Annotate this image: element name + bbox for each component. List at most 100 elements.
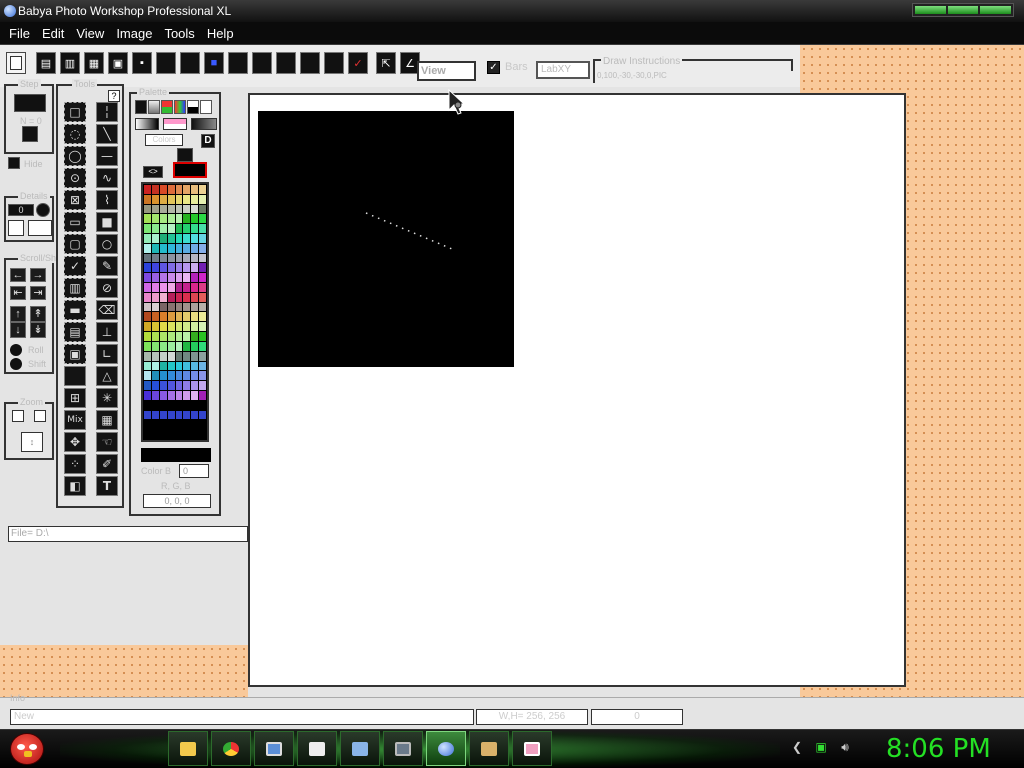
color-swatch[interactable]	[183, 312, 191, 322]
color-swatch[interactable]	[167, 302, 175, 312]
color-swatch[interactable]	[175, 420, 183, 430]
text-frame-tool[interactable]: ▣	[64, 344, 86, 364]
color-swatch[interactable]	[159, 381, 167, 390]
color-swatch[interactable]	[151, 410, 159, 420]
color-swatch[interactable]	[151, 273, 159, 282]
color-swatch[interactable]	[151, 361, 159, 371]
preset-black-swatch[interactable]	[135, 100, 147, 114]
color-swatch[interactable]	[175, 273, 183, 282]
stamp-tool[interactable]: ▬	[64, 300, 86, 320]
move-tool[interactable]: ✥	[64, 432, 86, 452]
scroll-right-button[interactable]: →	[30, 268, 46, 282]
color-swatch[interactable]	[199, 341, 206, 351]
preset-white-swatch[interactable]	[200, 100, 212, 114]
minimize-button[interactable]	[915, 6, 946, 14]
color-swatch[interactable]	[144, 332, 151, 341]
color-swatch[interactable]	[175, 233, 183, 243]
color-swatch[interactable]	[159, 233, 167, 243]
color-swatch[interactable]	[183, 420, 191, 430]
color-swatch[interactable]	[191, 361, 199, 371]
rgb-value-field[interactable]: 0, 0, 0	[143, 494, 211, 508]
select-rect-tool[interactable]: □	[64, 102, 86, 122]
color-swatch[interactable]	[191, 204, 199, 214]
color-swatch[interactable]	[191, 224, 199, 233]
color-swatch[interactable]	[159, 390, 167, 400]
image-canvas[interactable]	[258, 111, 514, 367]
color-swatch[interactable]	[175, 371, 183, 381]
scroll-down-button[interactable]: ↓	[10, 322, 26, 338]
toolbar-button-11[interactable]	[252, 52, 272, 74]
color-swatch[interactable]	[144, 371, 151, 381]
zoom-in-button[interactable]	[34, 410, 46, 422]
color-swatch[interactable]	[159, 332, 167, 341]
polyline-tool[interactable]: ∿	[96, 168, 118, 188]
color-swatch[interactable]	[151, 400, 159, 410]
color-swatch[interactable]	[144, 390, 151, 400]
color-swatch[interactable]	[159, 292, 167, 302]
color-swatch[interactable]	[199, 332, 206, 341]
color-swatch[interactable]	[175, 283, 183, 292]
mirror-tool[interactable]: ✳	[96, 388, 118, 408]
color-swatch[interactable]	[151, 185, 159, 194]
color-swatch[interactable]	[199, 410, 206, 420]
color-swatch[interactable]	[191, 351, 199, 361]
link-tool[interactable]: ⊘	[96, 278, 118, 298]
color-swatch[interactable]	[175, 322, 183, 332]
color-swatch[interactable]	[183, 214, 191, 224]
color-swatch[interactable]	[183, 302, 191, 312]
view-button[interactable]: View	[417, 61, 476, 81]
gradient-pink-bar[interactable]	[163, 118, 187, 130]
color-swatch[interactable]	[167, 351, 175, 361]
color-swatch[interactable]	[183, 322, 191, 332]
menu-tools[interactable]: Tools	[158, 22, 200, 44]
palette-name-field[interactable]: Colors	[145, 134, 183, 146]
toolbar-button-8[interactable]	[180, 52, 200, 74]
select-ellipse-tool[interactable]: ◌	[64, 124, 86, 144]
book-icon[interactable]: ▦	[84, 52, 104, 74]
color-swatch[interactable]	[183, 194, 191, 204]
spray-tool[interactable]: ⁘	[64, 454, 86, 474]
color-swatch[interactable]	[183, 400, 191, 410]
color-swatch[interactable]	[175, 263, 183, 273]
zoom-fit-button[interactable]: ↕	[21, 432, 43, 452]
color-swatch[interactable]	[183, 332, 191, 341]
color-swatch[interactable]	[191, 420, 199, 430]
brush-tool[interactable]: ✎	[96, 256, 118, 276]
color-swatch[interactable]	[144, 224, 151, 233]
color-swatch[interactable]	[151, 283, 159, 292]
pen-tool[interactable]: ✐	[96, 454, 118, 474]
color-swatch[interactable]	[175, 430, 183, 439]
color-swatch[interactable]	[199, 302, 206, 312]
color-swatch[interactable]	[167, 185, 175, 194]
color-swatch[interactable]	[144, 420, 151, 430]
clone-tool[interactable]: ◧	[64, 476, 86, 496]
shift-down-button[interactable]: ↡	[30, 322, 46, 338]
gradient-tool[interactable]: ⊥	[96, 322, 118, 342]
color-swatch[interactable]	[191, 185, 199, 194]
color-swatch[interactable]	[183, 263, 191, 273]
color-swatch[interactable]	[199, 312, 206, 322]
color-swatch[interactable]	[167, 273, 175, 282]
color-swatch[interactable]	[199, 390, 206, 400]
color-swatch[interactable]	[183, 233, 191, 243]
color-swatch[interactable]	[151, 214, 159, 224]
color-swatch[interactable]	[191, 410, 199, 420]
text-tool[interactable]: T	[96, 476, 118, 496]
roll-radio[interactable]	[10, 344, 22, 356]
magic-select-tool[interactable]: ⊙	[64, 168, 86, 188]
details-box-right[interactable]	[28, 220, 52, 236]
toolbar-button-13[interactable]	[300, 52, 320, 74]
shift-radio[interactable]	[10, 358, 22, 370]
color-swatch[interactable]	[191, 322, 199, 332]
details-box-left[interactable]	[8, 220, 24, 236]
menu-view[interactable]: View	[70, 22, 110, 44]
color-swatch[interactable]	[175, 243, 183, 253]
scroll-up-button[interactable]: ↑	[10, 306, 26, 322]
app-icon[interactable]	[4, 5, 16, 17]
color-swatch[interactable]	[199, 263, 206, 273]
color-swatch[interactable]	[183, 430, 191, 439]
color-swatch[interactable]	[144, 204, 151, 214]
color-swatch[interactable]	[199, 420, 206, 430]
color-swatch[interactable]	[151, 204, 159, 214]
window-controls[interactable]	[912, 3, 1014, 17]
